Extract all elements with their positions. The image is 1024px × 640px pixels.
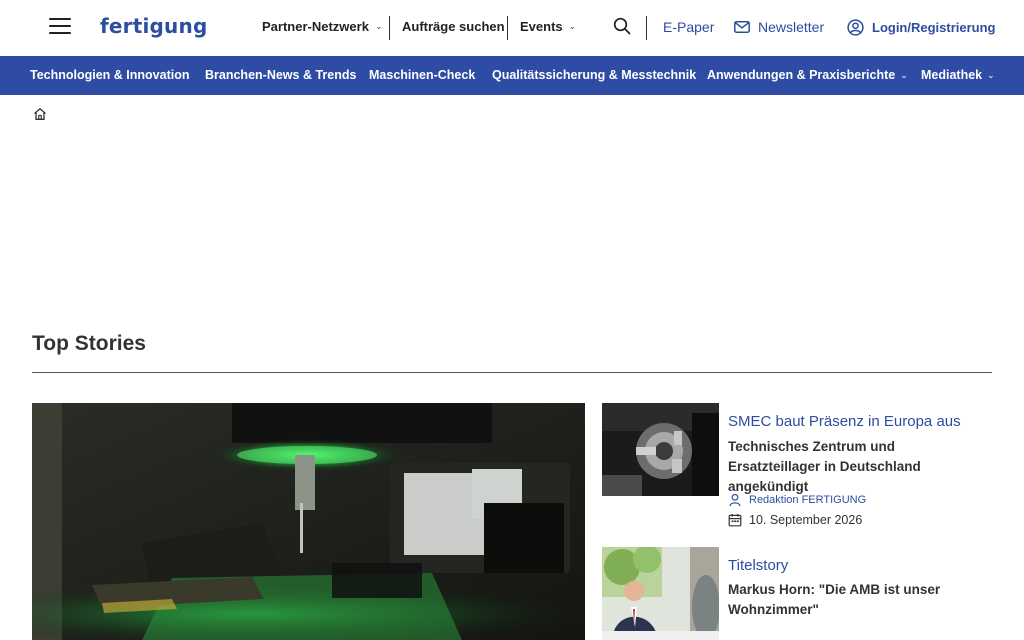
- author-name: Redaktion FERTIGUNG: [749, 494, 867, 506]
- category-mediathek[interactable]: Mediathek ⌄: [921, 68, 995, 82]
- chevron-down-icon: ⌄: [568, 21, 577, 31]
- nav-auftraege-suchen[interactable]: Aufträge suchen: [402, 19, 505, 34]
- story-thumbnail[interactable]: [602, 403, 719, 496]
- login-label: Login/Registrierung: [872, 20, 996, 35]
- login-link[interactable]: Login/Registrierung: [847, 19, 996, 36]
- category-technologien[interactable]: Technologien & Innovation: [30, 68, 190, 82]
- home-icon[interactable]: [33, 107, 47, 121]
- menu-icon[interactable]: [49, 18, 71, 36]
- epaper-label: E-Paper: [663, 19, 715, 35]
- category-label: Anwendungen & Praxisberichte: [707, 68, 896, 82]
- chevron-down-icon: ⌄: [374, 21, 383, 31]
- category-qualitaetssicherung[interactable]: Qualitätssicherung & Messtechnik: [492, 68, 696, 82]
- category-label: Branchen-News & Trends: [205, 68, 357, 82]
- calendar-icon: [728, 514, 742, 527]
- mail-icon: [734, 21, 750, 33]
- category-anwendungen[interactable]: Anwendungen & Praxisberichte ⌄: [707, 68, 908, 82]
- newsletter-label: Newsletter: [758, 19, 825, 35]
- user-circle-icon: [847, 19, 864, 36]
- user-icon: [729, 493, 741, 507]
- nav-events-label: Events: [520, 19, 563, 34]
- chevron-down-icon: ⌄: [900, 69, 908, 80]
- category-maschinen-check[interactable]: Maschinen-Check: [369, 68, 475, 82]
- site-logo[interactable]: fertigung: [100, 14, 207, 38]
- top-header: fertigung Partner-Netzwerk ⌄ Aufträge su…: [0, 0, 1024, 56]
- category-branchen-news[interactable]: Branchen-News & Trends: [205, 68, 356, 82]
- story-date: 10. September 2026: [728, 513, 862, 527]
- nav-events[interactable]: Events ⌄: [520, 19, 576, 34]
- newsletter-link[interactable]: Newsletter: [734, 19, 824, 35]
- divider: [646, 16, 647, 40]
- nav-partner-netzwerk-label: Partner-Netzwerk: [262, 19, 369, 34]
- story-thumbnail[interactable]: [602, 547, 719, 640]
- nav-partner-netzwerk[interactable]: Partner-Netzwerk ⌄: [262, 19, 382, 34]
- divider: [389, 16, 390, 40]
- story-title[interactable]: Technisches Zentrum und Ersatzteillager …: [728, 437, 990, 497]
- story-title[interactable]: Markus Horn: "Die AMB ist unser Wohnzimm…: [728, 580, 990, 620]
- story-kicker[interactable]: SMEC baut Präsenz in Europa aus: [728, 413, 961, 430]
- epaper-link[interactable]: E-Paper: [663, 19, 714, 35]
- date-label: 10. September 2026: [749, 513, 863, 527]
- divider: [507, 16, 508, 40]
- chevron-down-icon: ⌄: [987, 69, 995, 80]
- hero-story-image[interactable]: [32, 403, 585, 640]
- category-label: Qualitätssicherung & Messtechnik: [492, 68, 697, 82]
- story-kicker[interactable]: Titelstory: [728, 557, 788, 574]
- nav-auftraege-label: Aufträge suchen: [402, 19, 505, 34]
- category-label: Technologien & Innovation: [30, 68, 190, 82]
- category-label: Mediathek: [921, 68, 983, 82]
- category-label: Maschinen-Check: [369, 68, 476, 82]
- story-author[interactable]: Redaktion FERTIGUNG: [728, 493, 866, 507]
- category-nav: Technologien & Innovation Branchen-News …: [0, 56, 1024, 95]
- search-icon[interactable]: [613, 17, 631, 35]
- top-stories-title: Top Stories: [32, 332, 146, 355]
- section-divider: [32, 372, 992, 373]
